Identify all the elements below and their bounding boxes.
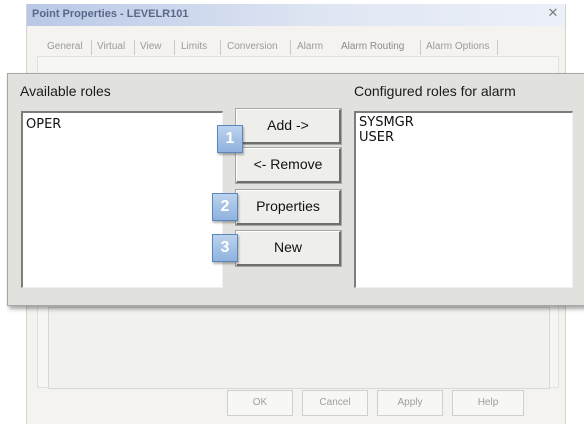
new-role-button[interactable]: New: [236, 231, 341, 266]
tab-divider: [174, 40, 175, 55]
tab-divider: [290, 40, 291, 55]
tab-limits[interactable]: Limits: [181, 38, 207, 56]
tab-virtual[interactable]: Virtual: [97, 38, 125, 56]
alarm-routing-callout-panel: Available roles Configured roles for ala…: [7, 73, 584, 306]
tab-conversion[interactable]: Conversion: [227, 38, 278, 56]
callout-number-2: 2: [212, 193, 238, 221]
tab-divider: [220, 40, 221, 55]
help-button[interactable]: Help: [452, 390, 524, 416]
title-bar: Point Properties - LEVELR101 ✕: [27, 4, 565, 26]
list-item[interactable]: SYSMGR: [356, 115, 572, 130]
ok-button[interactable]: OK: [227, 390, 293, 416]
tab-general[interactable]: General: [47, 38, 83, 56]
callout-number-1: 1: [217, 125, 243, 153]
configured-roles-list[interactable]: SYSMGR USER: [354, 111, 573, 288]
tab-divider: [420, 40, 421, 55]
tab-divider: [134, 40, 135, 55]
available-roles-label: Available roles: [20, 83, 111, 99]
window-title: Point Properties - LEVELR101: [32, 8, 189, 20]
add-role-button[interactable]: Add ->: [236, 109, 341, 144]
tab-divider: [497, 40, 498, 55]
cancel-button[interactable]: Cancel: [302, 390, 368, 416]
properties-button[interactable]: Properties: [236, 190, 341, 225]
close-icon[interactable]: ✕: [545, 5, 561, 21]
tab-alarm-options[interactable]: Alarm Options: [426, 38, 489, 56]
tab-divider: [91, 40, 92, 55]
tab-view[interactable]: View: [140, 38, 162, 56]
configured-roles-label: Configured roles for alarm: [354, 83, 516, 99]
tab-alarm[interactable]: Alarm: [297, 38, 323, 56]
list-item[interactable]: OPER: [23, 117, 222, 132]
lower-group-box: [48, 307, 550, 389]
apply-button[interactable]: Apply: [377, 390, 443, 416]
list-item[interactable]: USER: [356, 130, 572, 145]
tab-alarm-routing[interactable]: Alarm Routing: [341, 38, 404, 56]
available-roles-list[interactable]: OPER: [21, 111, 223, 288]
callout-number-3: 3: [212, 234, 238, 262]
remove-role-button[interactable]: <- Remove: [236, 148, 341, 183]
